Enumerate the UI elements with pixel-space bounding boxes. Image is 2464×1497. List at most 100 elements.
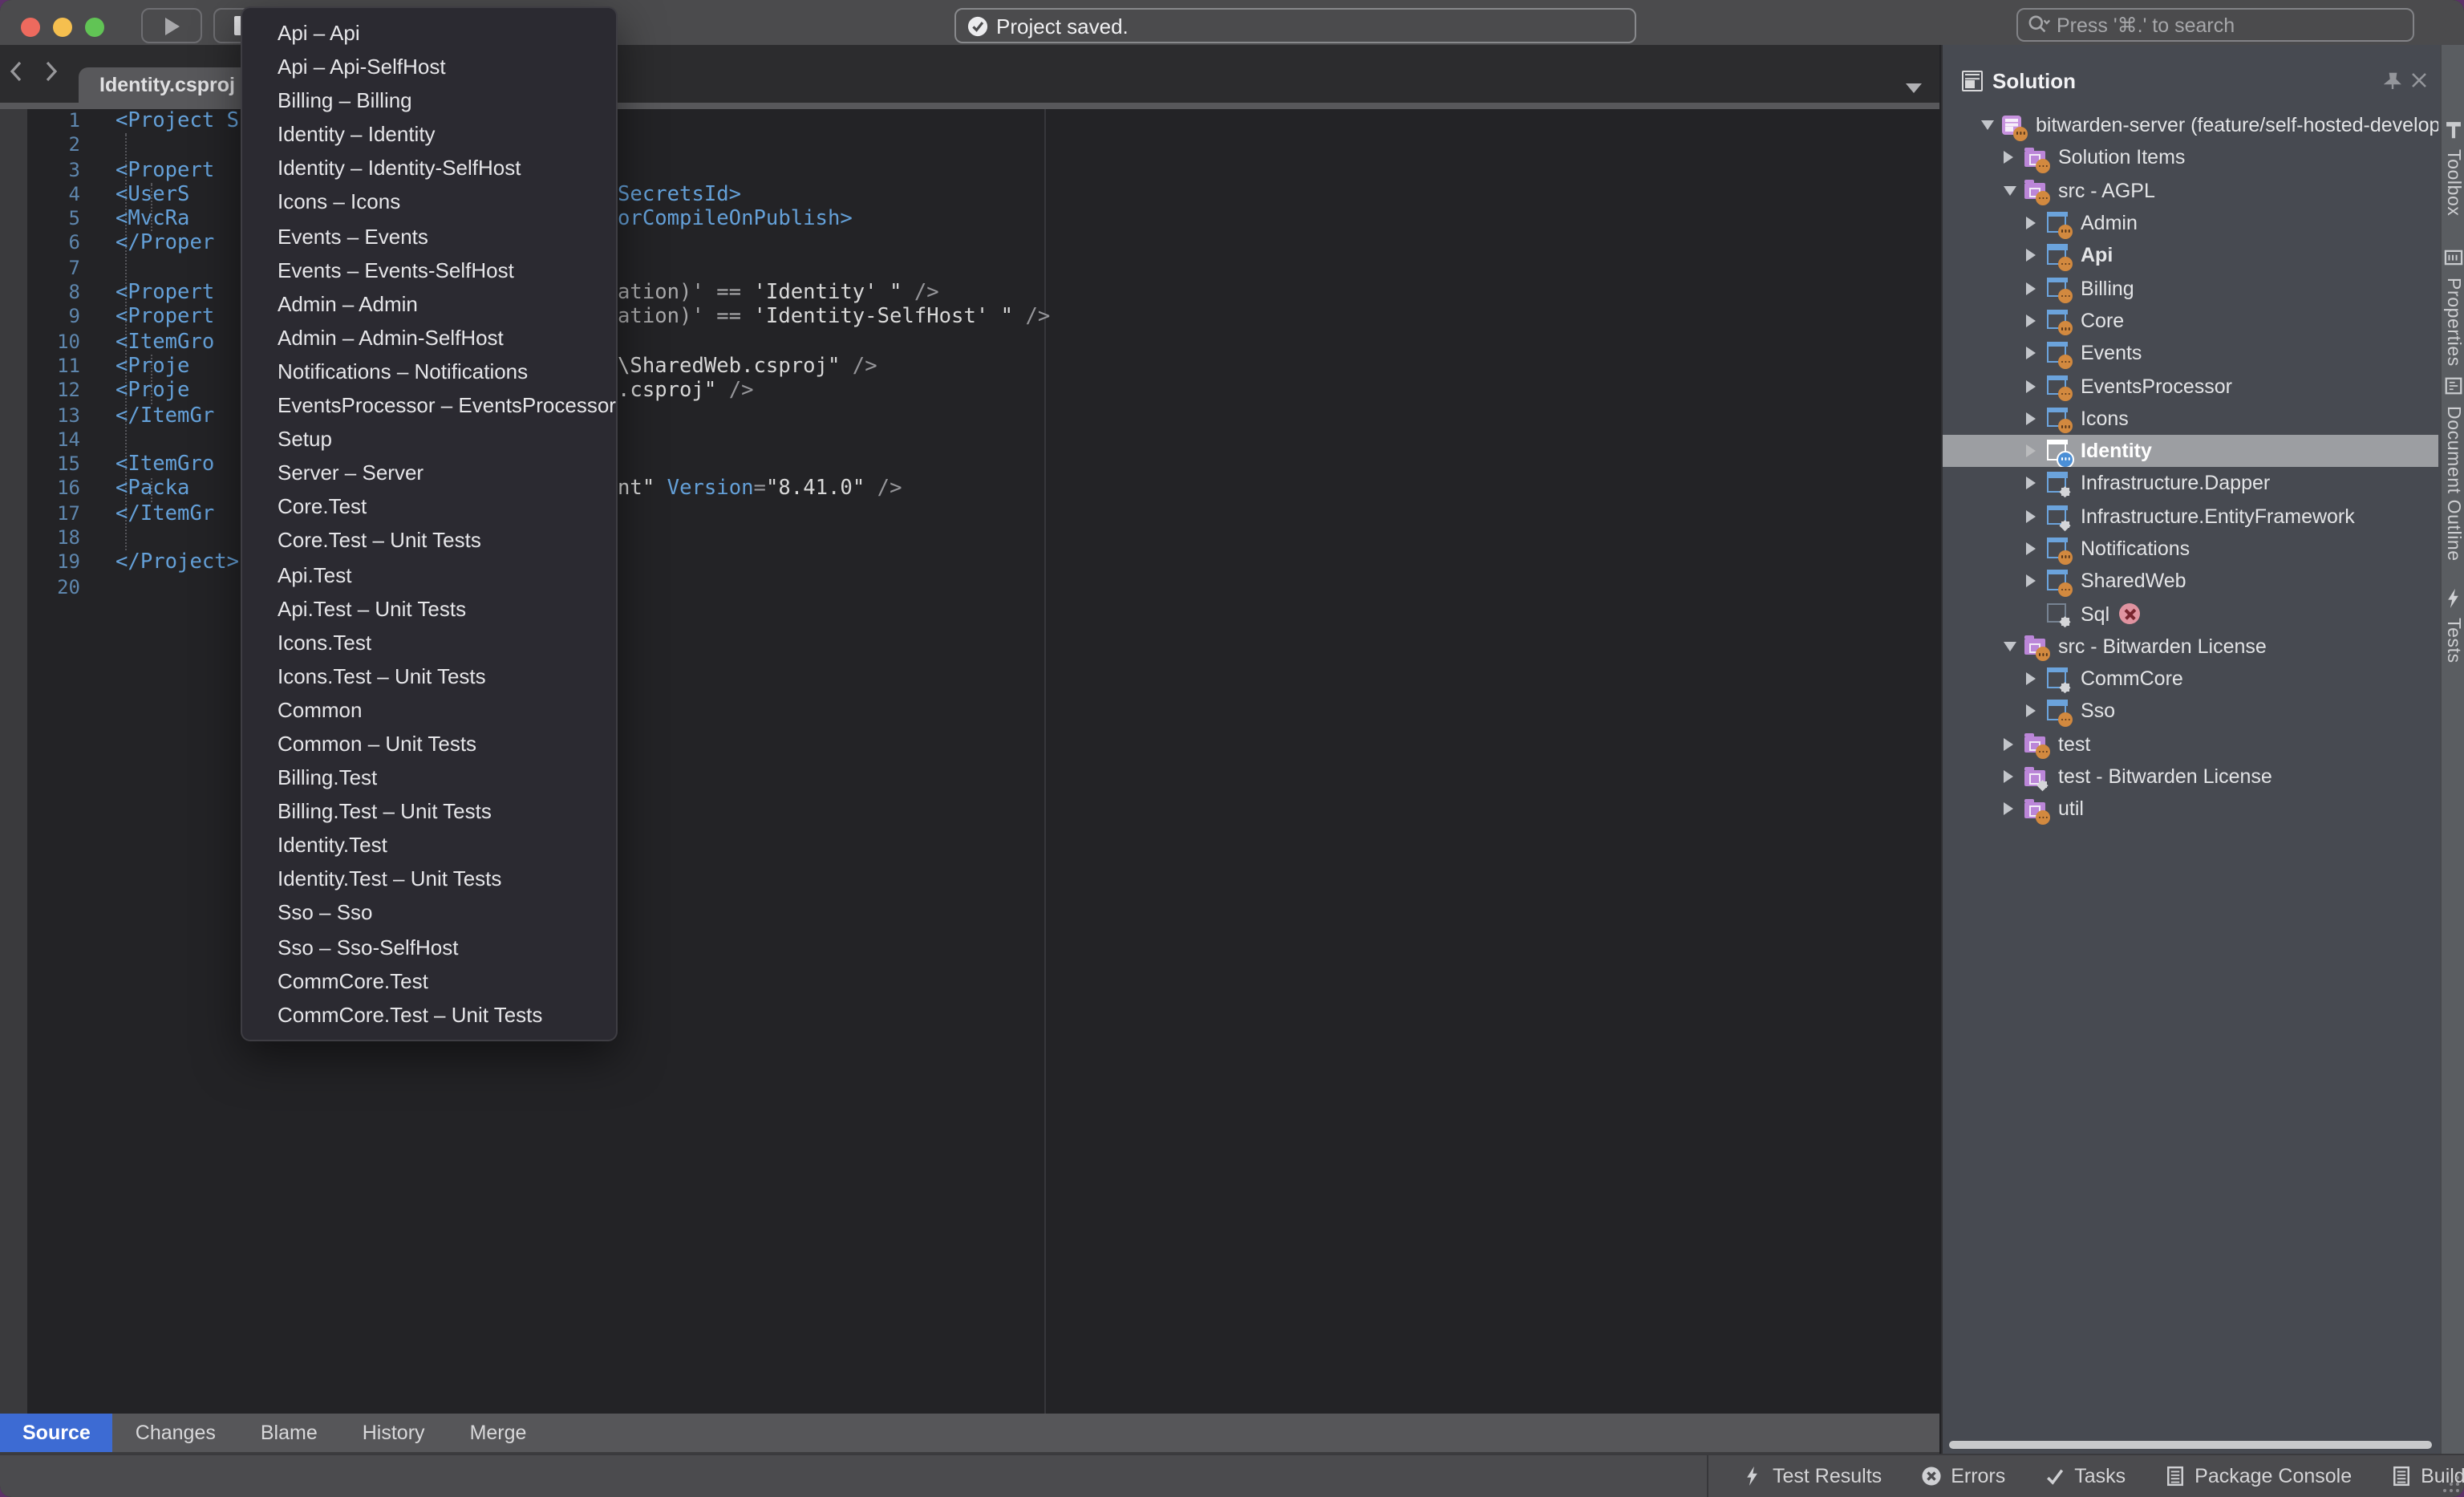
- tree-item-src-bitwarden-license[interactable]: src - Bitwarden License: [1943, 631, 2438, 663]
- run-config-menu-item[interactable]: Identity.Test – Unit Tests: [242, 862, 616, 896]
- tree-item-icons[interactable]: Icons: [1943, 402, 2438, 435]
- run-config-menu-item[interactable]: Icons.Test – Unit Tests: [242, 659, 616, 693]
- view-tab-changes[interactable]: Changes: [113, 1414, 238, 1452]
- expander-closed-icon[interactable]: [2026, 444, 2042, 457]
- pad-button-tasks[interactable]: Tasks: [2044, 1465, 2126, 1487]
- view-tab-source[interactable]: Source: [0, 1414, 113, 1452]
- global-search-field[interactable]: [2016, 8, 2414, 42]
- tree-item-sso[interactable]: Sso: [1943, 696, 2438, 728]
- run-config-menu-item[interactable]: Admin – Admin: [242, 287, 616, 321]
- expander-closed-icon[interactable]: [2004, 738, 2020, 751]
- navigate-back-button[interactable]: [10, 61, 22, 82]
- dock-tab-properties[interactable]: Properties: [2442, 247, 2464, 367]
- expander-closed-icon[interactable]: [2026, 314, 2042, 327]
- run-config-menu-item[interactable]: Icons.Test: [242, 625, 616, 659]
- minimize-window-button[interactable]: [53, 18, 72, 37]
- run-config-menu-item[interactable]: Billing.Test – Unit Tests: [242, 794, 616, 828]
- run-config-menu-item[interactable]: Api – Api: [242, 16, 616, 50]
- run-config-menu-item[interactable]: Billing.Test: [242, 761, 616, 794]
- expander-open-icon[interactable]: [2004, 185, 2020, 195]
- tree-item-bitwarden-server-feature-self-hosted-development[interactable]: bitwarden-server (feature/self-hosted-de…: [1943, 109, 2438, 142]
- run-config-menu-item[interactable]: Common – Unit Tests: [242, 727, 616, 761]
- view-tab-history[interactable]: History: [340, 1414, 448, 1452]
- expander-closed-icon[interactable]: [2026, 379, 2042, 392]
- run-config-menu-item[interactable]: Sso – Sso-SelfHost: [242, 930, 616, 964]
- search-input[interactable]: [2057, 14, 2377, 36]
- run-config-menu-item[interactable]: Server – Server: [242, 456, 616, 489]
- expander-open-icon[interactable]: [1981, 120, 1997, 130]
- expander-closed-icon[interactable]: [2026, 672, 2042, 685]
- tab-identity-csproj[interactable]: Identity.csproj: [79, 67, 268, 103]
- tree-item-src-agpl[interactable]: src - AGPL: [1943, 174, 2438, 207]
- expander-closed-icon[interactable]: [2026, 412, 2042, 425]
- run-config-menu-item[interactable]: CommCore.Test – Unit Tests: [242, 997, 616, 1031]
- run-config-menu-item[interactable]: Admin – Admin-SelfHost: [242, 321, 616, 355]
- expander-closed-icon[interactable]: [2026, 347, 2042, 359]
- run-config-menu-item[interactable]: Api – Api-SelfHost: [242, 50, 616, 83]
- tree-item-eventsprocessor[interactable]: EventsProcessor: [1943, 370, 2438, 403]
- tree-item-admin[interactable]: Admin: [1943, 207, 2438, 240]
- tree-item-solution-items[interactable]: Solution Items: [1943, 142, 2438, 175]
- run-config-menu-item[interactable]: Billing – Billing: [242, 83, 616, 117]
- tab-list-dropdown-icon[interactable]: [1906, 83, 1922, 93]
- run-config-menu-item[interactable]: Events – Events-SelfHost: [242, 253, 616, 286]
- run-config-menu-item[interactable]: EventsProcessor – EventsProcessor: [242, 388, 616, 422]
- tree-item-events[interactable]: Events: [1943, 337, 2438, 370]
- tree-item-infrastructure-entityframework[interactable]: Infrastructure.EntityFramework: [1943, 500, 2438, 533]
- run-config-menu-item[interactable]: Core.Test: [242, 490, 616, 524]
- run-button[interactable]: [141, 8, 202, 43]
- tree-item-core[interactable]: Core: [1943, 305, 2438, 338]
- expander-closed-icon[interactable]: [2026, 282, 2042, 294]
- close-pad-icon[interactable]: [2411, 72, 2427, 88]
- run-config-menu-item[interactable]: Icons – Icons: [242, 185, 616, 219]
- dock-tab-document-outline[interactable]: Document Outline: [2442, 375, 2464, 562]
- expander-closed-icon[interactable]: [2026, 542, 2042, 555]
- pin-pad-icon[interactable]: [2384, 71, 2401, 89]
- expander-closed-icon[interactable]: [2026, 217, 2042, 229]
- dock-tab-tests[interactable]: Tests: [2442, 587, 2464, 663]
- run-config-menu-item[interactable]: CommCore.Test: [242, 964, 616, 997]
- run-config-menu-item[interactable]: Common: [242, 693, 616, 727]
- tree-item-billing[interactable]: Billing: [1943, 272, 2438, 305]
- zoom-window-button[interactable]: [85, 18, 104, 37]
- expander-closed-icon[interactable]: [2026, 250, 2042, 262]
- resize-grip[interactable]: [2440, 1473, 2459, 1492]
- tree-item-test-bitwarden-license[interactable]: test - Bitwarden License: [1943, 761, 2438, 793]
- run-config-menu-item[interactable]: Notifications – Notifications: [242, 355, 616, 388]
- view-tab-merge[interactable]: Merge: [448, 1414, 549, 1452]
- run-config-menu-item[interactable]: Identity.Test: [242, 829, 616, 862]
- run-config-menu-item[interactable]: Api.Test: [242, 558, 616, 591]
- tree-item-identity[interactable]: Identity: [1943, 435, 2438, 468]
- expander-closed-icon[interactable]: [2026, 477, 2042, 490]
- view-tab-blame[interactable]: Blame: [238, 1414, 340, 1452]
- run-config-menu-item[interactable]: Events – Events: [242, 219, 616, 253]
- run-config-menu-item[interactable]: Core.Test – Unit Tests: [242, 524, 616, 558]
- tree-item-commcore[interactable]: CommCore: [1943, 663, 2438, 696]
- run-config-menu-item[interactable]: Api.Test – Unit Tests: [242, 591, 616, 625]
- expander-closed-icon[interactable]: [2004, 770, 2020, 783]
- pad-button-test-results[interactable]: Test Results: [1742, 1465, 1882, 1487]
- tree-item-sharedweb[interactable]: SharedWeb: [1943, 565, 2438, 598]
- run-config-menu-item[interactable]: Identity – Identity-SelfHost: [242, 152, 616, 185]
- tree-item-infrastructure-dapper[interactable]: Infrastructure.Dapper: [1943, 468, 2438, 501]
- tree-item-test[interactable]: test: [1943, 728, 2438, 761]
- dock-tab-toolbox[interactable]: Toolbox: [2442, 119, 2464, 217]
- expander-closed-icon[interactable]: [2004, 803, 2020, 816]
- expander-closed-icon[interactable]: [2026, 705, 2042, 718]
- expander-closed-icon[interactable]: [2026, 575, 2042, 588]
- expander-closed-icon[interactable]: [2026, 509, 2042, 522]
- run-config-menu-item[interactable]: Sso – Sso: [242, 896, 616, 930]
- run-config-menu-item[interactable]: Setup: [242, 422, 616, 456]
- tree-item-util[interactable]: util: [1943, 793, 2438, 826]
- solution-pad-horizontal-scrollbar[interactable]: [1949, 1440, 2432, 1449]
- tree-item-sql[interactable]: Sql: [1943, 598, 2438, 631]
- navigate-forward-button[interactable]: [45, 61, 58, 82]
- close-window-button[interactable]: [21, 18, 40, 37]
- run-config-menu-item[interactable]: Identity – Identity: [242, 118, 616, 152]
- tree-item-notifications[interactable]: Notifications: [1943, 533, 2438, 566]
- pad-button-errors[interactable]: Errors: [1920, 1465, 2005, 1487]
- tree-item-api[interactable]: Api: [1943, 239, 2438, 272]
- expander-open-icon[interactable]: [2004, 642, 2020, 651]
- expander-closed-icon[interactable]: [2004, 152, 2020, 164]
- pad-button-package-console[interactable]: Package Console: [2164, 1465, 2352, 1487]
